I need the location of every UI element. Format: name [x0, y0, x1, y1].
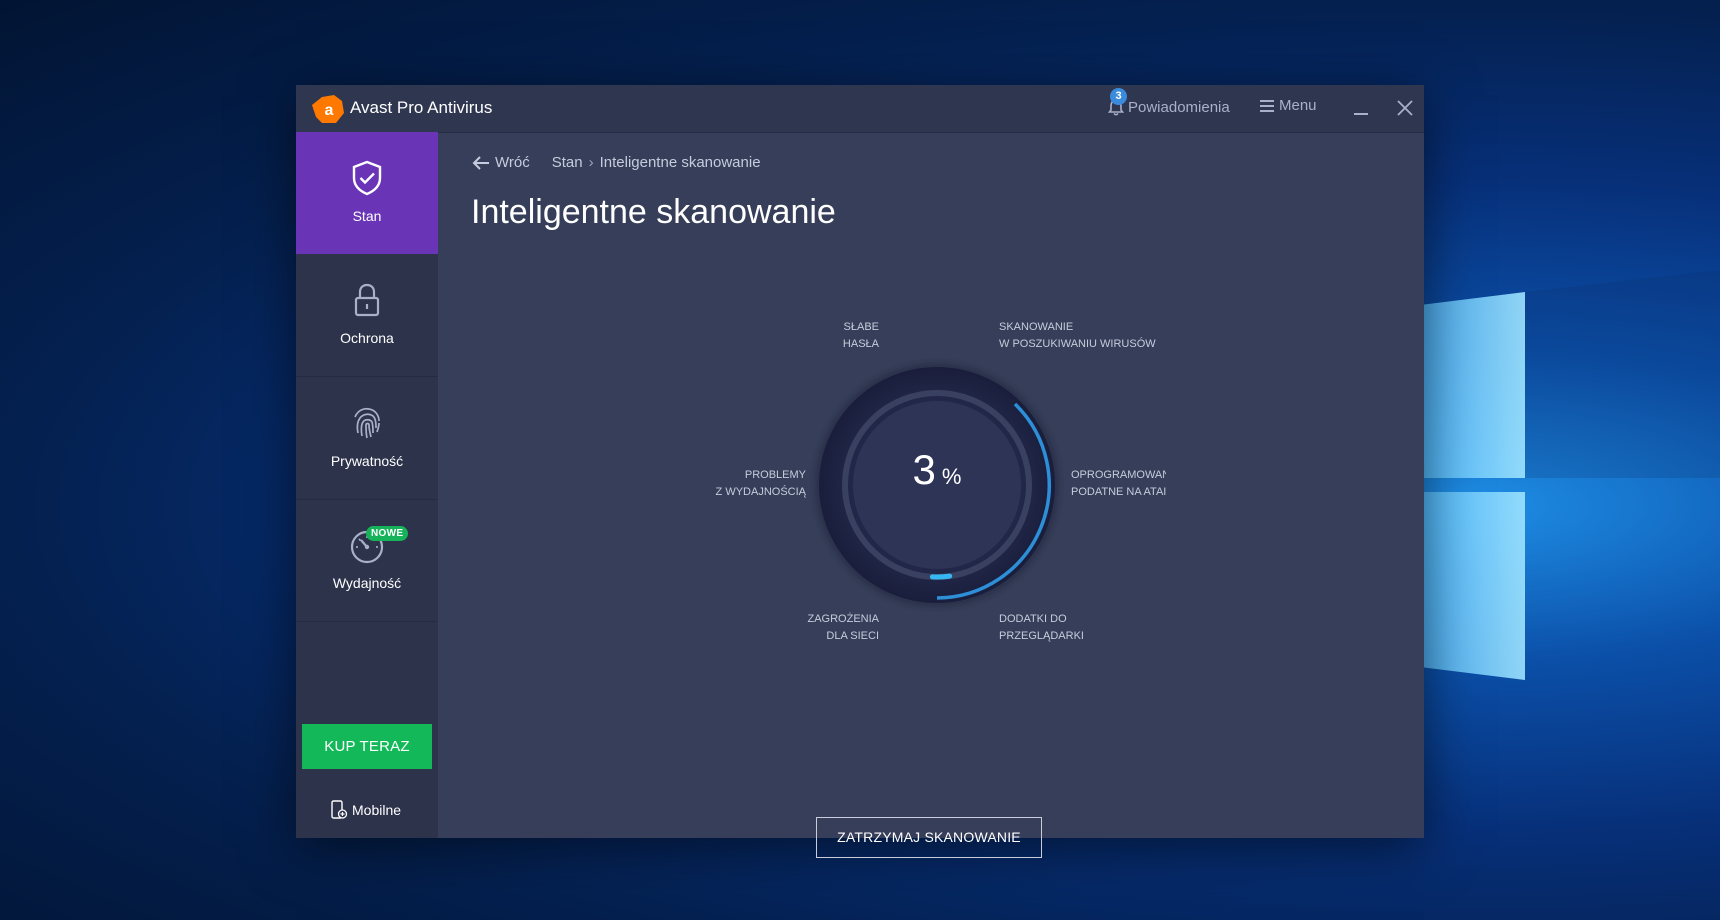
scan-step-line: DODATKI DO — [999, 613, 1067, 625]
windows-logo-icon — [1380, 270, 1720, 680]
scan-step-vulnerable-software: OPROGRAMOWAN PODATNE NA ATAI — [1071, 467, 1166, 501]
sidebar-item-stan[interactable]: Stan — [296, 132, 438, 254]
scan-step-line: SKANOWANIE — [999, 321, 1074, 333]
fingerprint-icon — [354, 407, 380, 439]
notification-count-badge: 3 — [1110, 88, 1127, 105]
progress-arc — [929, 573, 953, 580]
shield-check-icon — [352, 160, 382, 196]
app-title: Avast Pro Antivirus — [350, 98, 493, 117]
scan-step-performance-issues: PROBLEMY Z WYDAJNOŚCIĄ — [678, 467, 806, 501]
scan-step-line: Z WYDAJNOŚCIĄ — [715, 486, 806, 498]
bell-icon: 3 — [1106, 88, 1127, 117]
new-badge: NOWE — [366, 526, 409, 541]
menu-label: Menu — [1279, 97, 1317, 114]
sidebar-item-label: Wydajność — [332, 575, 402, 591]
scan-step-line: PODATNE NA ATAI — [1071, 486, 1166, 498]
buy-now-button[interactable]: KUP TERAZ — [302, 724, 432, 769]
sidebar-item-label: Prywatność — [330, 453, 404, 469]
title-bar: a Avast Pro Antivirus 3 Powiadomienia Me… — [296, 85, 1424, 133]
sidebar-item-ochrona[interactable]: Ochrona — [296, 254, 438, 377]
scan-step-line: HASŁA — [842, 338, 879, 350]
close-button[interactable] — [1390, 93, 1420, 123]
breadcrumb-separator: › — [588, 154, 594, 171]
sidebar-item-label: Ochrona — [340, 330, 394, 346]
notifications-button[interactable]: 3 Powiadomienia — [1106, 88, 1230, 117]
scan-step-line: OPROGRAMOWAN — [1071, 469, 1166, 481]
scan-step-line: PROBLEMY — [744, 469, 806, 481]
scan-step-browser-addons: DODATKI DO PRZEGLĄDARKI — [999, 611, 1084, 645]
back-label: Wróć — [495, 154, 530, 171]
breadcrumb-item-current: Inteligentne skanowanie — [599, 154, 761, 171]
notifications-label: Powiadomienia — [1128, 98, 1230, 116]
progress-value: 3 — [912, 446, 936, 493]
svg-text:a: a — [325, 102, 334, 119]
stop-scan-button[interactable]: ZATRZYMAJ SKANOWANIE — [816, 817, 1042, 858]
scan-step-weak-passwords: SŁABE HASŁA — [819, 319, 879, 353]
close-icon — [1397, 100, 1413, 116]
scan-step-virus-scan: SKANOWANIE W POSZUKIWANIU WIRUSÓW — [999, 319, 1156, 353]
avast-logo-icon: a — [312, 95, 344, 123]
scan-step-line: DLA SIECI — [826, 630, 879, 642]
avast-window: a Avast Pro Antivirus 3 Powiadomienia Me… — [296, 85, 1424, 858]
minimize-icon — [1354, 113, 1368, 115]
main-content: Wróć Stan › Inteligentne skanowanie Inte… — [438, 132, 1424, 858]
mobile-link[interactable]: Mobilne — [330, 800, 401, 820]
page-title: Inteligentne skanowanie — [471, 193, 836, 231]
sidebar-item-label: Stan — [352, 208, 382, 224]
scan-step-line: ZAGROŻENIA — [807, 613, 879, 625]
progress-unit: % — [941, 464, 962, 489]
progress-readout: 3% — [810, 446, 1064, 494]
breadcrumb-item-stan[interactable]: Stan — [552, 154, 583, 171]
scan-progress-ring: 3% — [810, 358, 1064, 612]
breadcrumb: Wróć Stan › Inteligentne skanowanie — [472, 154, 761, 171]
scan-step-line: W POSZUKIWANIU WIRUSÓW — [999, 338, 1156, 350]
sidebar-item-wydajnosc[interactable]: NOWE Wydajność — [296, 499, 438, 622]
scan-step-network-threats: ZAGROŻENIA DLA SIECI — [779, 611, 879, 645]
back-button[interactable]: Wróć — [472, 154, 530, 171]
menu-button[interactable]: Menu — [1260, 97, 1317, 114]
sidebar-item-prywatnosc[interactable]: Prywatność — [296, 377, 438, 500]
scan-step-line: PRZEGLĄDARKI — [999, 630, 1084, 642]
mobile-label: Mobilne — [352, 802, 402, 818]
lock-icon — [354, 283, 380, 317]
sidebar: Stan Ochrona Prywatność NOWE Wydajność K… — [296, 132, 438, 838]
mobile-device-icon — [331, 800, 348, 819]
minimize-button[interactable] — [1346, 93, 1376, 123]
hamburger-icon — [1260, 99, 1274, 112]
scan-step-line: SŁABE — [843, 321, 879, 333]
arrow-left-icon — [472, 155, 489, 170]
